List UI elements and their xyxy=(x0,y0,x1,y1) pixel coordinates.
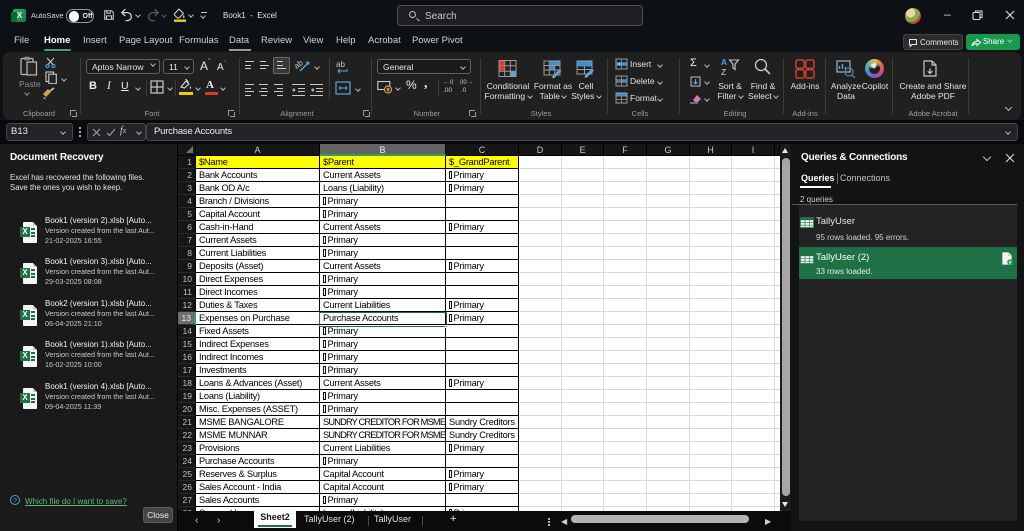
svg-text:Z: Z xyxy=(721,67,726,76)
svg-text:A: A xyxy=(721,57,727,67)
